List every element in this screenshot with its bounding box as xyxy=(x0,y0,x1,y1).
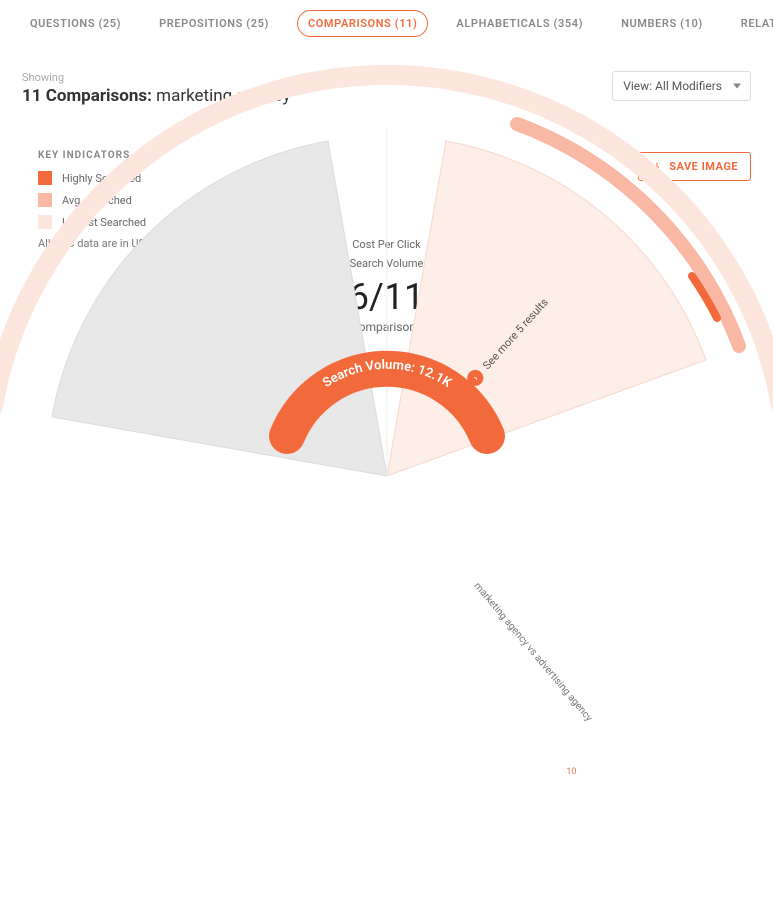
tab-comparisons[interactable]: COMPARISONS (11) xyxy=(297,10,428,37)
right-badge-text: 10 xyxy=(566,767,576,777)
radial-chart: Search Volume: 12.1K › See more 5 result… xyxy=(0,36,773,916)
tab-prepositions[interactable]: PREPOSITIONS (25) xyxy=(149,11,279,36)
tab-related[interactable]: RELATED (15) xyxy=(731,11,773,36)
right-badge: 10 xyxy=(561,763,580,782)
tab-questions[interactable]: QUESTIONS (25) xyxy=(20,11,131,36)
tab-alphabeticals[interactable]: ALPHABETICALS (354) xyxy=(446,11,593,36)
right-wedge-text: marketing agency vs advertising agency xyxy=(471,581,594,724)
right-wedge-label-group: marketing agency vs advertising agency xyxy=(471,581,594,724)
tab-numbers[interactable]: NUMBERS (10) xyxy=(611,11,713,36)
